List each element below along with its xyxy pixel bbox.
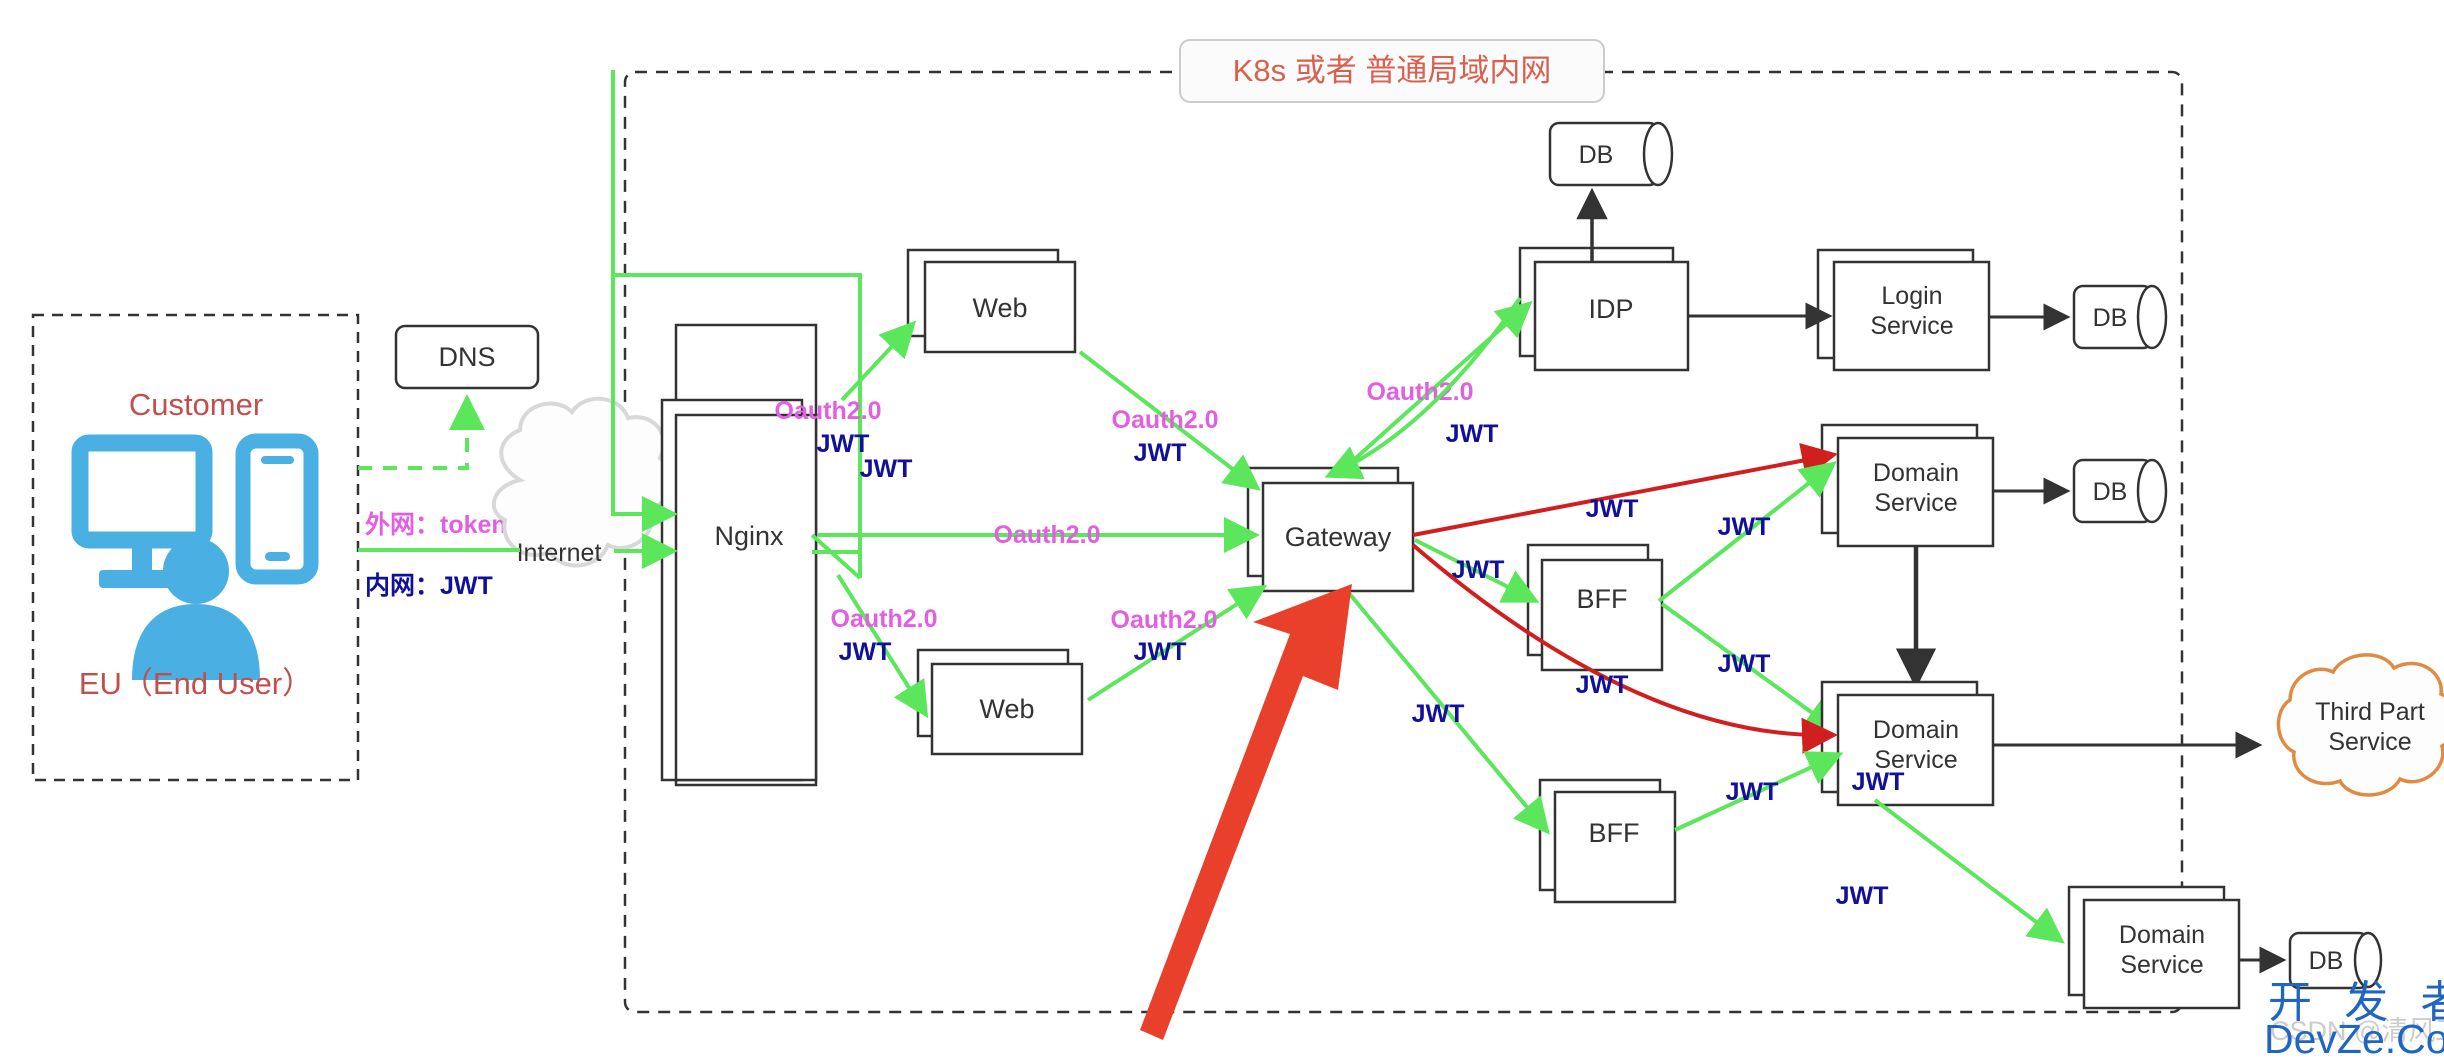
gateway-label: Gateway bbox=[1285, 522, 1392, 552]
db-login-label: DB bbox=[2093, 304, 2128, 332]
db-domain1-label: DB bbox=[2093, 478, 2128, 506]
idp-label: IDP bbox=[1588, 294, 1633, 324]
db-idp-cap bbox=[1642, 121, 1674, 187]
domain-service-3-label-line1: Domain bbox=[2119, 921, 2205, 949]
domain-service-2-label-line1: Domain bbox=[1873, 716, 1959, 744]
domain-service-3-label-line2: Service bbox=[2120, 951, 2203, 979]
label-nginx-webtop-jwt: JWT bbox=[817, 430, 870, 458]
domain-service-1-label-line2: Service bbox=[1874, 489, 1957, 517]
phone-speaker-icon bbox=[261, 456, 294, 464]
user-head-icon bbox=[163, 538, 229, 604]
label-nginx-webtop-oauth: Oauth2.0 bbox=[775, 397, 882, 425]
label-gateway-bfftop-jwt: JWT bbox=[1452, 556, 1505, 584]
nginx-node[interactable] bbox=[674, 413, 818, 782]
third-party-label-line1: Third Part bbox=[2315, 698, 2425, 726]
label-bfftop-domain2-jwt: JWT bbox=[1718, 650, 1771, 678]
label-gateway-domain1-jwt: JWT bbox=[1586, 495, 1639, 523]
edge-user-dns bbox=[358, 394, 485, 470]
db-domain1-cap bbox=[2136, 458, 2168, 524]
db-idp-label: DB bbox=[1579, 141, 1614, 169]
label-idp-gateway-jwt: JWT bbox=[1446, 420, 1499, 448]
label-nginx-gateway-oauth: Oauth2.0 bbox=[994, 521, 1101, 549]
architecture-diagram: K8s 或者 普通局域内网 Customer EU（End User） 外网：t… bbox=[31, 39, 2444, 1060]
label-webtop-gateway-jwt: JWT bbox=[1134, 439, 1187, 467]
phone-home-icon bbox=[265, 552, 290, 561]
web-top-label: Web bbox=[972, 293, 1027, 323]
label-webbottom-gateway-jwt: JWT bbox=[1134, 638, 1187, 666]
end-user-label: EU（End User） bbox=[79, 666, 313, 701]
label-nginx-webbottom-oauth: Oauth2.0 bbox=[831, 605, 938, 633]
label-webtop-gateway-oauth: Oauth2.0 bbox=[1112, 406, 1219, 434]
internet-label: Internet bbox=[517, 539, 602, 567]
label-bffbottom-domain3-jwt: JWT bbox=[1836, 882, 1889, 910]
diagram-canvas: K8s 或者 普通局域内网 Customer EU（End User） 外网：t… bbox=[0, 0, 2444, 1060]
watermark-en: DevZe.CoM bbox=[2264, 1016, 2444, 1060]
login-service-label-line2: Service bbox=[1870, 312, 1953, 340]
monitor-icon bbox=[71, 434, 213, 549]
bff-top-label: BFF bbox=[1577, 584, 1628, 614]
label-domain2-corner-jwt: JWT bbox=[1852, 768, 1905, 796]
db-login-cap bbox=[2136, 284, 2168, 350]
bff-bottom-label: BFF bbox=[1589, 818, 1640, 848]
login-service-label-line1: Login bbox=[1881, 282, 1942, 310]
customer-heading: Customer bbox=[129, 387, 263, 422]
edge-nginx-webtop bbox=[840, 320, 917, 402]
label-webbottom-gateway-oauth: Oauth2.0 bbox=[1111, 606, 1218, 634]
edge-nginx-routing-join bbox=[810, 533, 862, 580]
label-gateway-idp-oauth: Oauth2.0 bbox=[1367, 378, 1474, 406]
db-domain3-label: DB bbox=[2309, 947, 2344, 975]
label-nginx-webbottom-jwt: JWT bbox=[839, 638, 892, 666]
edge-domain3-inflow bbox=[1873, 798, 2065, 944]
label-gateway-bffbottom-jwt: JWT bbox=[1412, 700, 1465, 728]
internal-network-label: 内网：JWT bbox=[365, 572, 493, 600]
label-bfftop-domain1-jwt: JWT bbox=[1718, 513, 1771, 541]
web-bottom-label: Web bbox=[979, 694, 1034, 724]
nginx-label: Nginx bbox=[714, 521, 784, 551]
label-nginx-gateway-jwt: JWT bbox=[860, 455, 913, 483]
label-gateway-domain2-jwt: JWT bbox=[1576, 671, 1629, 699]
domain-service-1-label-line1: Domain bbox=[1873, 459, 1959, 487]
label-bffbottom-domain2-jwt: JWT bbox=[1726, 778, 1779, 806]
k8s-title-label: K8s 或者 普通局域内网 bbox=[1233, 53, 1552, 88]
external-network-label: 外网：token bbox=[365, 510, 507, 539]
third-party-label-line2: Service bbox=[2328, 728, 2411, 756]
dns-label: DNS bbox=[438, 342, 495, 372]
